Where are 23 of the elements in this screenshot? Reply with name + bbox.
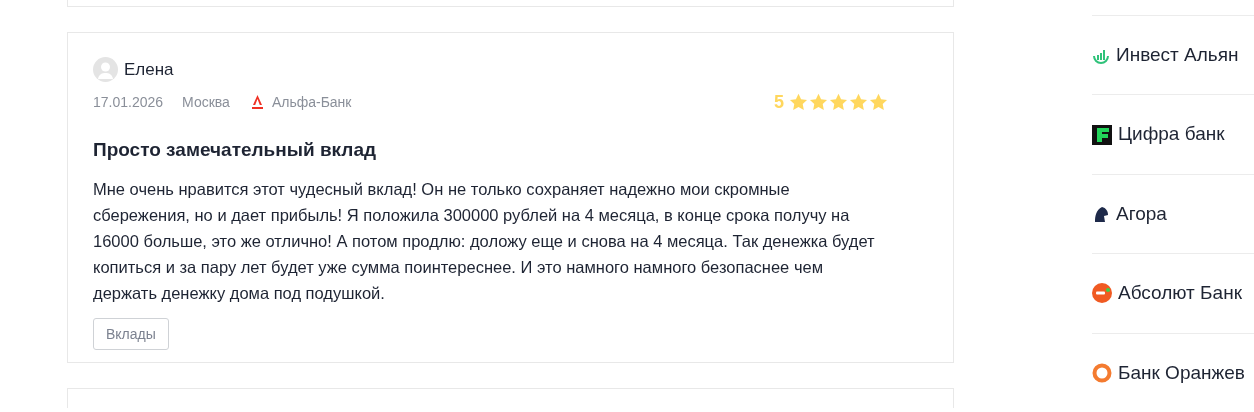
bank-link[interactable]: Инвест Альян [1116,40,1239,70]
review-title: Просто замечательный вклад [93,137,378,162]
tag-button[interactable]: Вклады [93,318,169,350]
letter-a-logo-icon [251,94,263,110]
star-icon [809,93,828,111]
circle-logo-icon [1092,283,1112,304]
bank-link[interactable]: Банк Оранжев [1118,358,1245,388]
rating-value: 5 [774,90,784,114]
avatar-icon [93,57,118,83]
star-icon [869,93,888,111]
bank-link[interactable]: Агора [1116,199,1167,229]
author-name: Елена [124,59,174,81]
bank-name: Альфа-Банк [271,92,352,112]
star-icon [829,93,848,111]
star-icon [849,93,868,111]
review-text: Мне очень нравится этот чудесный вклад! Он не только сохраняет надежно мои скромные сбережения, но и дает прибыль! Я положила 300000 рублей на 4 месяца, в конце срока получу на 16000 больше, это же отлично! А потом продлю: доложу еще и снова на 4 месяца. Так денежка будет копиться и за пару лет будет уже сумма поинтереснее. И это намного намного безопаснее чем держать денежку дома под подушкой. [93,179,876,304]
star-icon [789,93,808,111]
review-date: 17.01.2026 [93,92,164,112]
letter-logo-icon [1092,124,1112,145]
ring-logo-icon [1092,362,1112,383]
bank-link[interactable]: Абсолют Банк [1118,279,1242,308]
bank-link[interactable]: Цифра банк [1118,120,1225,149]
review-city: Москва [182,92,230,112]
